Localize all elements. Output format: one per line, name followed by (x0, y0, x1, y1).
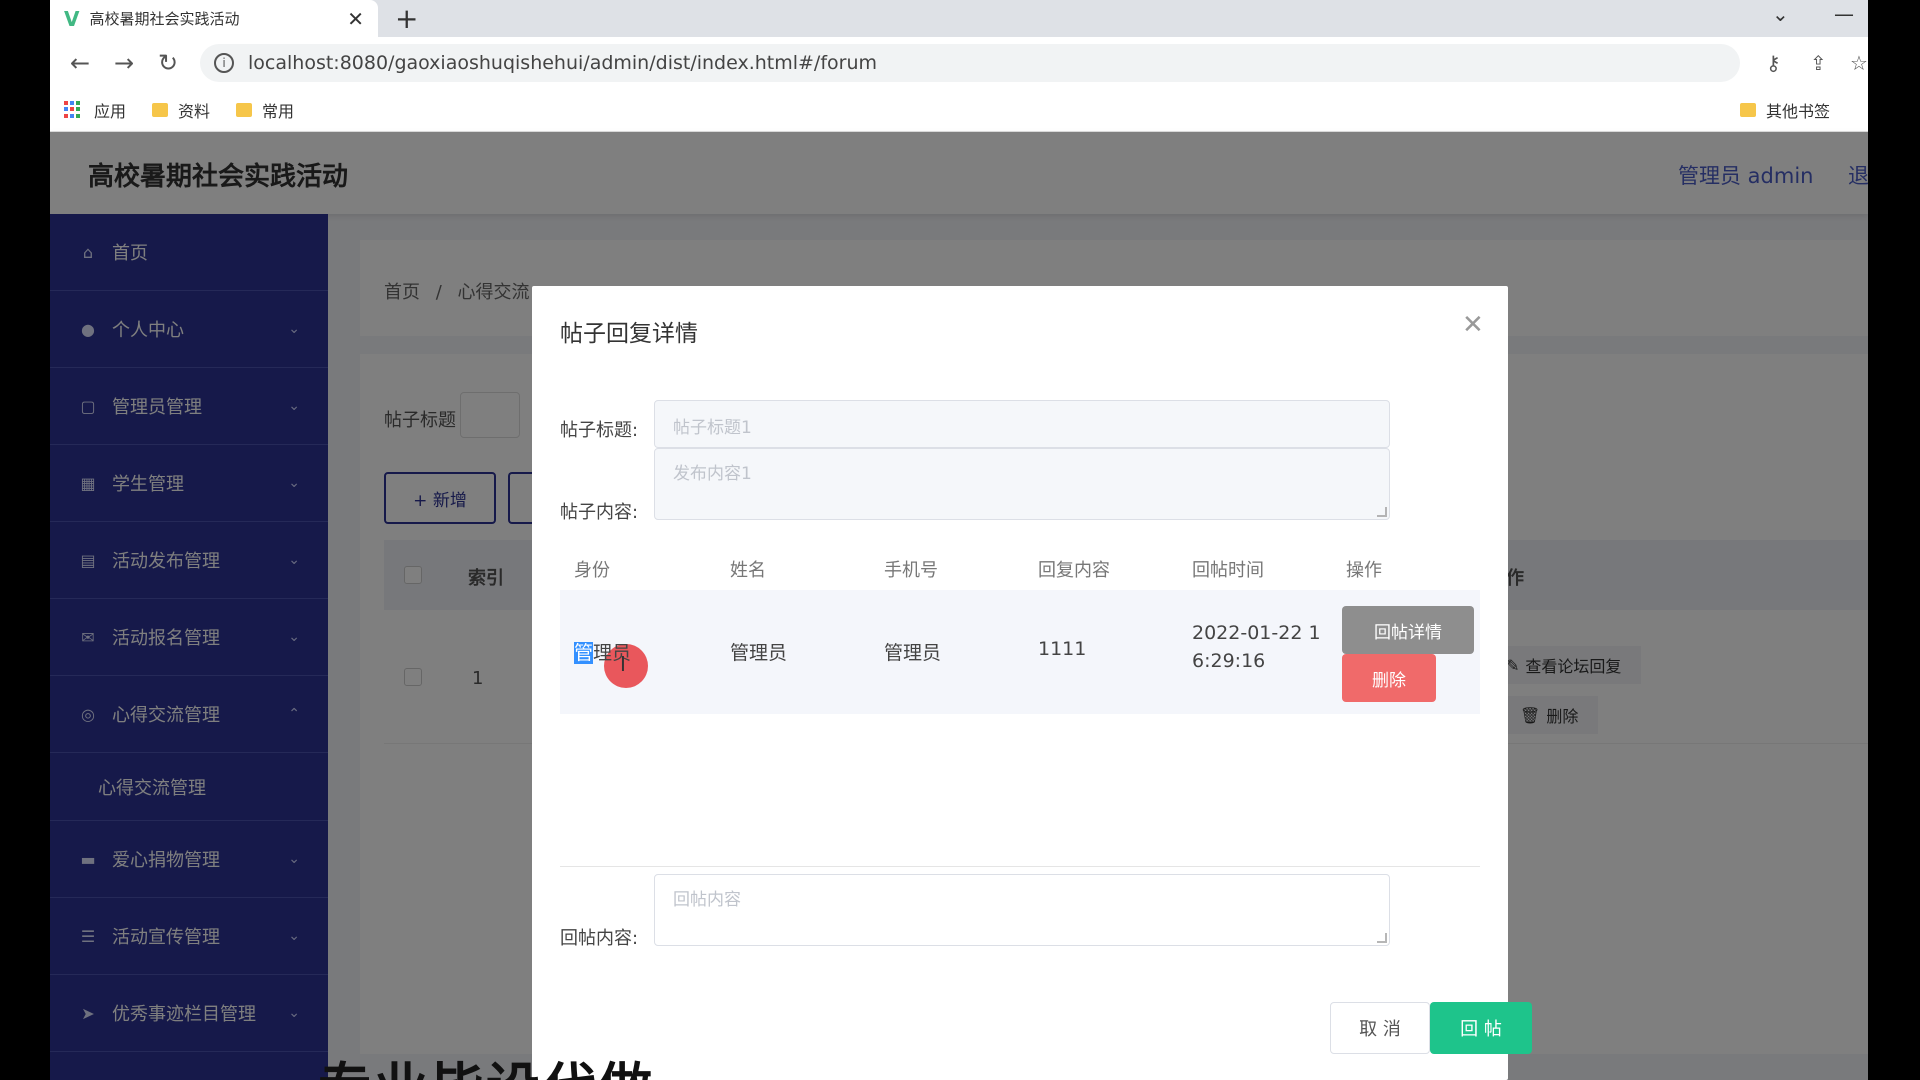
url-field[interactable]: i localhost:8080/gaoxiaoshuqishehui/admi… (200, 43, 1740, 82)
tab-search-chevron-icon[interactable]: ⌄ (1772, 2, 1789, 26)
apps-grid-icon (64, 100, 82, 119)
address-bar: ← → ↻ i localhost:8080/gaoxiaoshuqishehu… (50, 37, 1868, 88)
browser-window: V 高校暑期社会实践活动 ✕ + ⌄ — ← → ↻ i localhost:8… (50, 0, 1868, 1080)
time-cell: 2022-01-22 1 6:29:16 (1192, 622, 1321, 672)
post-content-field: 发布内容1 (654, 448, 1390, 520)
dialog-title: 帖子回复详情 (560, 321, 698, 347)
reply-delete-button[interactable]: 删除 (1342, 654, 1436, 702)
share-icon[interactable]: ⇪ (1810, 37, 1827, 88)
close-tab-icon[interactable]: ✕ (347, 7, 364, 31)
resize-handle[interactable] (1377, 507, 1387, 517)
text-cursor-icon: I (620, 652, 626, 676)
post-title-label: 帖子标题: (560, 420, 639, 441)
forward-icon[interactable]: → (102, 49, 146, 77)
bookmarks-bar: 应用 资料 常用 其他书签 (50, 88, 1868, 132)
reply-content-label: 回帖内容: (560, 928, 639, 949)
submit-reply-button[interactable]: 回 帖 (1430, 1002, 1532, 1054)
bookmark-folder-changyong[interactable]: 常用 (236, 98, 294, 122)
tab-bar: V 高校暑期社会实践活动 ✕ + ⌄ — (50, 0, 1868, 37)
reply-detail-dialog: 帖子回复详情 ✕ 帖子标题: 帖子标题1 帖子内容: 发布内容1 身份 姓名 手… (532, 286, 1532, 1080)
reply-detail-button[interactable]: 回帖详情 (1342, 606, 1474, 654)
site-info-icon[interactable]: i (214, 52, 234, 73)
new-tab-icon[interactable]: + (395, 2, 418, 35)
vue-logo-icon: V (64, 6, 80, 31)
name-cell: 管理员 (730, 642, 788, 664)
table-row: 管理员 I 管理员 管理员 1111 2022-01-22 1 6:29:16 … (560, 590, 1480, 714)
cancel-button[interactable]: 取 消 (1330, 1002, 1430, 1054)
bookmark-folder-ziliao[interactable]: 资料 (152, 98, 210, 122)
password-key-icon[interactable]: ⚷ (1766, 37, 1781, 88)
bookmark-star-icon[interactable]: ☆ (1850, 37, 1868, 88)
divider (560, 866, 1480, 867)
reply-table-header: 身份 姓名 手机号 回复内容 回帖时间 操作 (574, 560, 1382, 581)
bookmark-other[interactable]: 其他书签 (1739, 98, 1830, 122)
folder-icon (152, 102, 169, 117)
post-title-field: 帖子标题1 (654, 400, 1390, 448)
folder-icon (236, 102, 253, 117)
url-text: localhost:8080/gaoxiaoshuqishehui/admin/… (248, 51, 878, 74)
back-icon[interactable]: ← (58, 49, 102, 77)
folder-icon (1739, 102, 1756, 117)
reply-content-input[interactable]: 回帖内容 (654, 874, 1390, 946)
browser-tab[interactable]: V 高校暑期社会实践活动 ✕ (50, 0, 378, 37)
content-cell: 1111 (1038, 638, 1087, 660)
tab-title: 高校暑期社会实践活动 (89, 10, 240, 28)
close-icon[interactable]: ✕ (1462, 310, 1484, 340)
post-content-label: 帖子内容: (560, 502, 639, 523)
minimize-icon[interactable]: — (1834, 2, 1854, 26)
phone-cell: 管理员 (884, 642, 942, 664)
reload-icon[interactable]: ↻ (146, 49, 190, 77)
overlay-caption: 专业毕设代做 (318, 1044, 654, 1080)
bookmark-apps[interactable]: 应用 (64, 98, 126, 122)
resize-handle[interactable] (1377, 933, 1387, 943)
